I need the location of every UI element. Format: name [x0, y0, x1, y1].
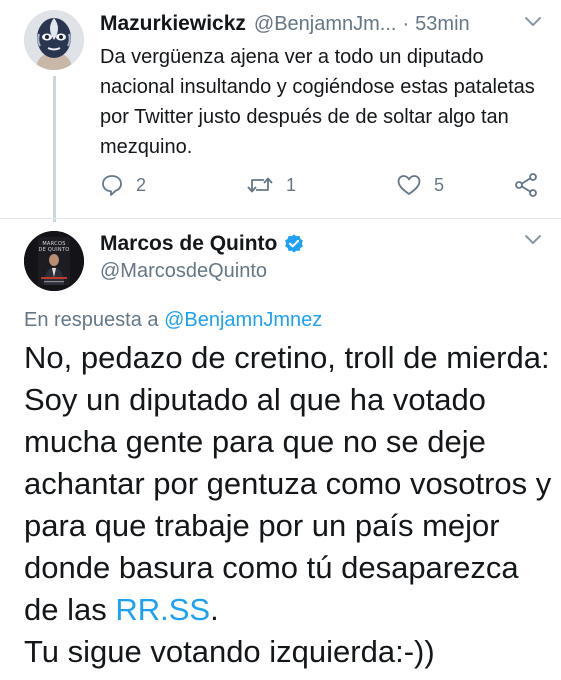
avatar[interactable]: MARCOS DE QUINTO [24, 231, 84, 291]
share-button[interactable] [513, 170, 539, 200]
tweet-divider [0, 218, 561, 219]
tweet-header: Mazurkiewickz @BenjamnJm... · 53min [100, 9, 541, 39]
tweet-actions: 2 1 5 [100, 170, 545, 200]
like-icon [397, 175, 421, 195]
user-handle[interactable]: @MarcosdeQuinto [100, 260, 267, 283]
tweet-text: No, pedazo de cretino, troll de mierda: … [24, 337, 554, 673]
retweet-count: 1 [286, 174, 297, 195]
tweet-text-body: No, pedazo de cretino, troll de mierda: … [24, 340, 552, 627]
svg-text:DE QUINTO: DE QUINTO [38, 247, 69, 253]
reply-prefix: En respuesta a [24, 309, 159, 331]
like-count: 5 [434, 174, 445, 195]
hashtag-link[interactable]: RR.SS [115, 592, 210, 627]
like-button[interactable]: 5 [396, 170, 444, 200]
reply-count: 2 [136, 174, 147, 195]
chevron-down-icon[interactable] [523, 232, 543, 248]
reply-mention-link[interactable]: @BenjamnJmnez [164, 309, 322, 331]
tweet-text: Da vergüenza ajena ver a todo un diputad… [100, 46, 535, 158]
retweet-icon [247, 177, 273, 193]
tweet-text-period: . [210, 592, 219, 627]
book-cover-avatar-image: MARCOS DE QUINTO [24, 231, 84, 291]
luchador-mask-avatar-image [24, 10, 84, 70]
tweet-mazurkiewickz[interactable]: Mazurkiewickz @BenjamnJm... · 53min Da v… [0, 0, 561, 222]
display-name[interactable]: Mazurkiewickz [100, 12, 246, 36]
tweet-header: Marcos de Quinto [100, 230, 305, 258]
reply-button[interactable]: 2 [100, 170, 146, 200]
user-handle[interactable]: @BenjamnJm... [254, 13, 397, 36]
tweet-text-last-line: Tu sigue votando izquierda:-)) [24, 634, 435, 669]
header-separator: · [402, 12, 410, 35]
verified-badge-icon [285, 234, 304, 253]
retweet-button[interactable]: 1 [246, 170, 296, 200]
avatar[interactable] [24, 10, 84, 70]
reply-context: En respuesta a @BenjamnJmnez [24, 309, 322, 332]
chevron-down-icon[interactable] [523, 14, 543, 30]
thread-connector-line [53, 76, 56, 222]
share-icon [515, 173, 537, 197]
display-name[interactable]: Marcos de Quinto [100, 232, 277, 256]
reply-icon [102, 175, 122, 196]
tweet-timestamp[interactable]: 53min [415, 13, 469, 36]
